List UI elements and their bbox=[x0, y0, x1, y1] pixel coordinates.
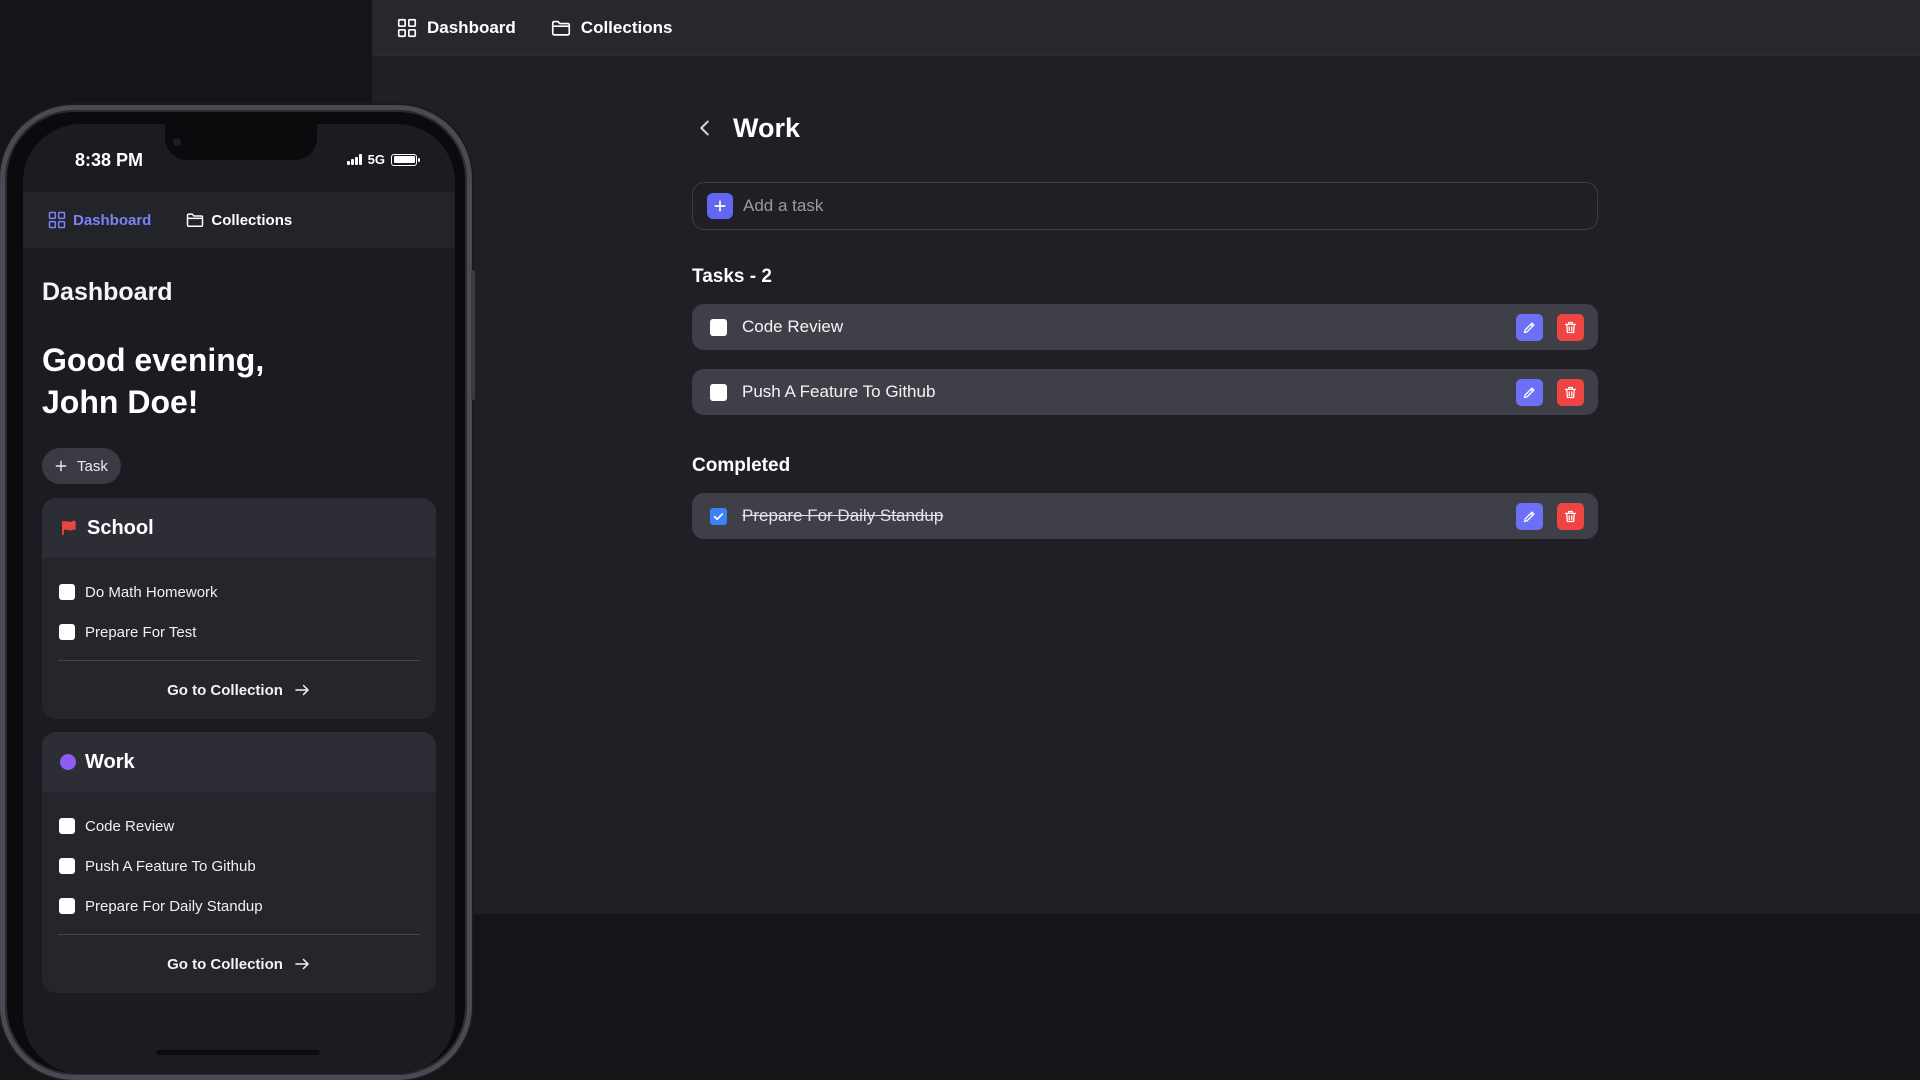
status-bar: 8:38 PM 5G bbox=[23, 144, 455, 184]
add-task-button[interactable] bbox=[707, 193, 733, 219]
page-header: Work bbox=[692, 100, 1598, 156]
signal-icon bbox=[347, 154, 362, 165]
item-checkbox[interactable] bbox=[59, 624, 75, 640]
edit-task-button[interactable] bbox=[1516, 313, 1543, 341]
status-indicators: 5G bbox=[347, 152, 420, 167]
phone-mockup: 8:38 PM 5G Dashboard Collections Dashboa… bbox=[0, 105, 472, 1080]
add-task-chip-label: Task bbox=[77, 457, 108, 475]
item-label: Code Review bbox=[85, 817, 175, 835]
completed-task-row: Prepare For Daily Standup bbox=[692, 493, 1598, 539]
trash-icon bbox=[1564, 510, 1577, 522]
list-item: Code Review bbox=[59, 806, 436, 846]
folder-icon bbox=[551, 20, 570, 36]
item-label: Prepare For Daily Standup bbox=[85, 897, 263, 915]
phone-nav-collections-link[interactable]: Collections bbox=[185, 210, 292, 230]
go-to-collection-button[interactable]: Go to Collection bbox=[42, 661, 436, 719]
pencil-icon bbox=[1523, 511, 1535, 522]
chevron-left-icon bbox=[700, 120, 709, 136]
item-checkbox[interactable] bbox=[59, 858, 75, 874]
trash-icon bbox=[1564, 386, 1577, 398]
task-label: Code Review bbox=[742, 317, 844, 336]
plus-icon bbox=[714, 200, 726, 212]
battery-icon bbox=[391, 153, 420, 166]
add-task-chip[interactable]: Task bbox=[42, 448, 121, 484]
dashboard-grid-icon bbox=[397, 18, 417, 37]
phone-screen: 8:38 PM 5G Dashboard Collections Dashboa… bbox=[23, 124, 455, 1074]
go-to-collection-label: Go to Collection bbox=[167, 955, 283, 973]
delete-task-button[interactable] bbox=[1557, 378, 1584, 406]
task-row: Push A Feature To Github bbox=[692, 369, 1598, 415]
check-icon bbox=[713, 512, 724, 520]
list-item: Do Math Homework bbox=[59, 572, 436, 612]
pencil-icon bbox=[1523, 322, 1535, 333]
phone-nav-dashboard-link[interactable]: Dashboard bbox=[47, 210, 151, 230]
plus-icon bbox=[55, 460, 67, 472]
edit-task-button[interactable] bbox=[1516, 502, 1543, 530]
collection-card-work: Work Code Review Push A Feature To Githu… bbox=[42, 732, 436, 993]
collection-card-school: School Do Math Homework Prepare For Test… bbox=[42, 498, 436, 719]
phone-side-button bbox=[471, 270, 475, 400]
phone-nav-bar: Dashboard Collections bbox=[23, 192, 455, 248]
tasks-section-header: Tasks - 2 bbox=[692, 266, 772, 287]
collection-detail: Work Tasks - 2 Code Review Push A Featur… bbox=[692, 100, 1598, 558]
status-time: 8:38 PM bbox=[75, 150, 144, 170]
nav-dashboard-label: Dashboard bbox=[427, 17, 516, 37]
greeting-line-2: John Doe! bbox=[42, 384, 199, 420]
arrow-right-icon bbox=[295, 684, 309, 696]
greeting: Good evening, John Doe! bbox=[42, 339, 436, 423]
nav-collections-link[interactable]: Collections bbox=[550, 17, 673, 39]
list-item: Push A Feature To Github bbox=[59, 846, 436, 886]
home-indicator bbox=[156, 1050, 320, 1055]
phone-nav-dashboard-label: Dashboard bbox=[73, 211, 152, 229]
collection-name: Work bbox=[85, 750, 135, 773]
pencil-icon bbox=[1523, 387, 1535, 398]
folder-icon bbox=[187, 213, 204, 227]
edit-task-button[interactable] bbox=[1516, 378, 1543, 406]
arrow-right-icon bbox=[295, 958, 309, 970]
go-to-collection-label: Go to Collection bbox=[167, 681, 283, 699]
network-label: 5G bbox=[367, 152, 385, 167]
delete-task-button[interactable] bbox=[1557, 502, 1584, 530]
back-button[interactable] bbox=[689, 112, 721, 144]
add-task-input[interactable] bbox=[743, 186, 1597, 226]
task-checkbox[interactable] bbox=[710, 383, 727, 401]
task-row: Code Review bbox=[692, 304, 1598, 350]
task-label: Prepare For Daily Standup bbox=[742, 506, 944, 525]
phone-nav-collections-label: Collections bbox=[211, 211, 293, 229]
item-label: Prepare For Test bbox=[85, 623, 197, 641]
collection-items: Do Math Homework Prepare For Test bbox=[42, 558, 436, 652]
delete-task-button[interactable] bbox=[1557, 313, 1584, 341]
top-nav-bar: Dashboard Collections bbox=[372, 0, 1920, 56]
item-label: Do Math Homework bbox=[85, 583, 218, 601]
desktop-app-window: Dashboard Collections Work Tasks - 2 Cod… bbox=[372, 0, 1920, 914]
task-label: Push A Feature To Github bbox=[742, 382, 936, 401]
phone-dashboard: Dashboard Good evening, John Doe! Task S… bbox=[23, 248, 455, 993]
page-title: Work bbox=[733, 112, 801, 143]
item-checkbox[interactable] bbox=[59, 584, 75, 600]
collection-items: Code Review Push A Feature To Github Pre… bbox=[42, 792, 436, 926]
list-item: Prepare For Test bbox=[59, 612, 436, 652]
greeting-line-1: Good evening, bbox=[42, 342, 265, 378]
nav-collections-label: Collections bbox=[580, 17, 673, 37]
completed-section-header: Completed bbox=[692, 455, 791, 476]
nav-dashboard-link[interactable]: Dashboard bbox=[396, 17, 516, 39]
item-checkbox[interactable] bbox=[59, 818, 75, 834]
task-checkbox[interactable] bbox=[710, 318, 727, 336]
dashboard-grid-icon bbox=[48, 211, 66, 229]
trash-icon bbox=[1564, 321, 1577, 333]
list-item: Prepare For Daily Standup bbox=[59, 886, 436, 926]
dot-icon bbox=[60, 754, 76, 770]
item-checkbox[interactable] bbox=[59, 898, 75, 914]
task-checkbox-checked[interactable] bbox=[710, 507, 727, 525]
collection-header: Work bbox=[42, 732, 436, 792]
item-label: Push A Feature To Github bbox=[85, 857, 256, 875]
add-task-bar bbox=[692, 182, 1598, 230]
go-to-collection-button[interactable]: Go to Collection bbox=[42, 935, 436, 993]
flag-icon bbox=[60, 519, 78, 537]
collection-header: School bbox=[42, 498, 436, 558]
collection-name: School bbox=[87, 516, 154, 539]
dashboard-title: Dashboard bbox=[42, 278, 173, 306]
